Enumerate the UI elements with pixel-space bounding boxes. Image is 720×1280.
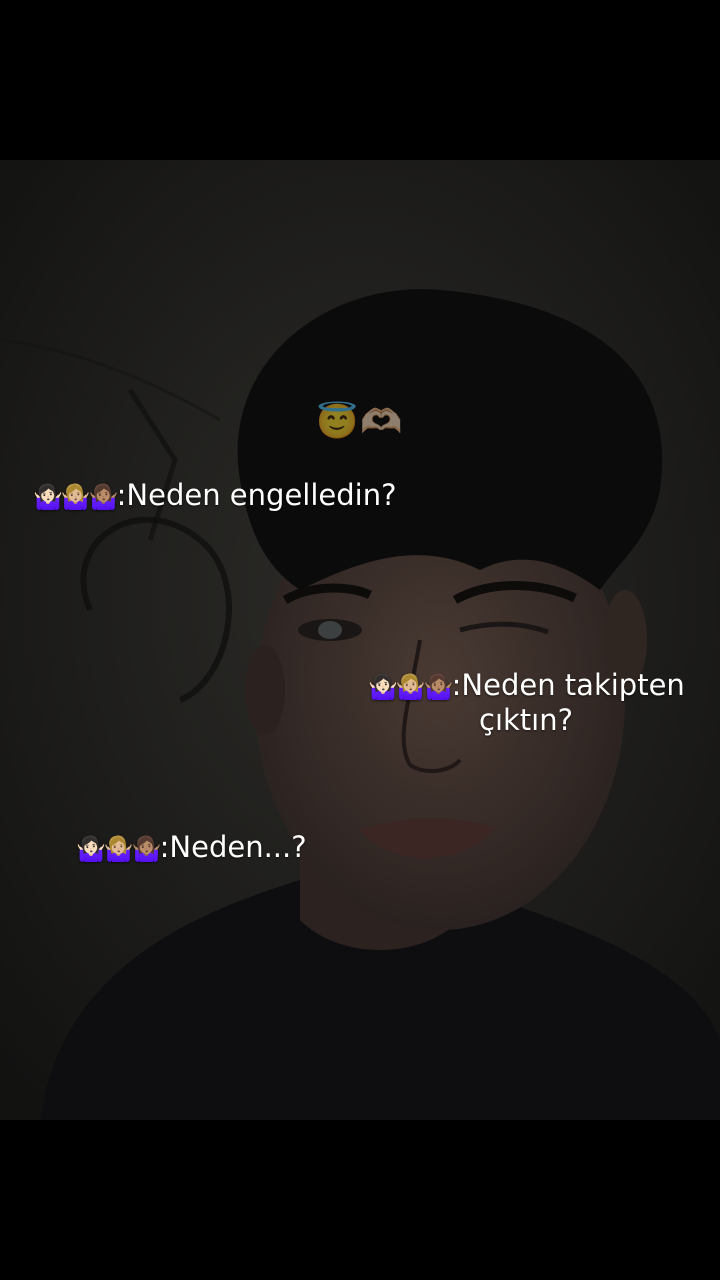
caption-2-text: :Neden takipten [451,668,685,702]
caption-2: 🤷🏻‍♀️🤷🏼‍♀️🤷🏽‍♀️:Neden takipten [368,668,685,704]
emoji-sticker: 😇🫶🏻 [316,403,405,441]
caption-2-line2: çıktın? [479,703,573,737]
caption-1-text: :Neden engelledin? [116,478,397,512]
caption-1: 🤷🏻‍♀️🤷🏼‍♀️🤷🏽‍♀️:Neden engelledin? [33,478,396,514]
caption-3-text: :Neden...? [159,830,307,864]
caption-3: 🤷🏻‍♀️🤷🏼‍♀️🤷🏽‍♀️:Neden...? [76,830,307,866]
shrug-emoji-group: 🤷🏻‍♀️🤷🏼‍♀️🤷🏽‍♀️ [368,673,454,701]
shrug-emoji-group: 🤷🏻‍♀️🤷🏼‍♀️🤷🏽‍♀️ [33,483,119,511]
video-frame [0,160,720,1120]
portrait-photo [0,160,720,1120]
shrug-emoji-group: 🤷🏻‍♀️🤷🏼‍♀️🤷🏽‍♀️ [76,835,162,863]
caption-2-text-line2: çıktın? [479,703,573,737]
